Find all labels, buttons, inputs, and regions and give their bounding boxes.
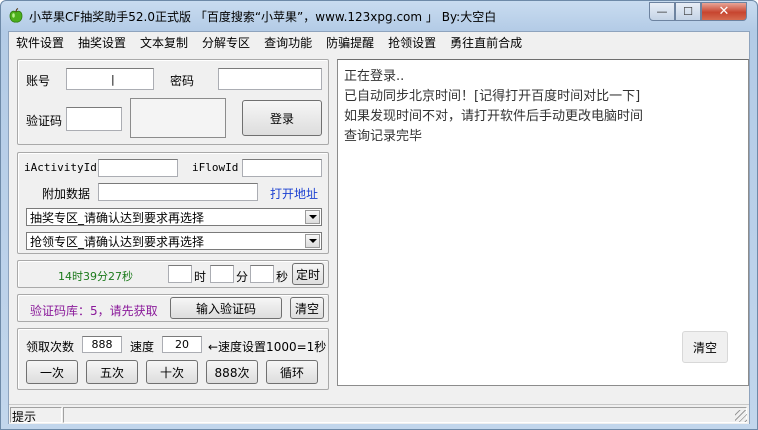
clear-captcha-button[interactable]: 清空 bbox=[290, 297, 324, 319]
five-times-button[interactable]: 五次 bbox=[86, 360, 138, 384]
close-icon: ✕ bbox=[718, 4, 730, 19]
status-message bbox=[63, 407, 747, 423]
extra-data-input[interactable] bbox=[98, 183, 258, 201]
window-title: 小苹果CF抽奖助手52.0正式版 「百度搜索“小苹果”，www.123xpg.c… bbox=[29, 10, 497, 24]
schedule-button[interactable]: 定时 bbox=[292, 263, 324, 285]
extra-data-label: 附加数据 bbox=[42, 187, 91, 201]
status-hint: 提示 bbox=[10, 407, 62, 424]
account-input[interactable]: | bbox=[66, 68, 154, 90]
login-group: 账号 | 密码 验证码 登录 bbox=[17, 59, 329, 145]
captcha-bank-group: 验证码库：5，请先获取 输入验证码 清空 bbox=[17, 294, 329, 322]
input-captcha-button[interactable]: 输入验证码 bbox=[170, 297, 282, 319]
login-button[interactable]: 登录 bbox=[242, 100, 322, 136]
collect-count-input[interactable]: 888 bbox=[82, 336, 122, 353]
menu-decompose[interactable]: 分解专区 bbox=[195, 32, 257, 52]
minute-label: 分 bbox=[236, 270, 249, 284]
activity-id-input[interactable] bbox=[98, 159, 178, 177]
password-input[interactable] bbox=[218, 68, 322, 90]
password-label: 密码 bbox=[170, 74, 195, 88]
activity-id-label: iActivityId bbox=[24, 161, 97, 174]
menu-grab-settings[interactable]: 抢领设置 bbox=[381, 32, 443, 52]
flow-id-input[interactable] bbox=[242, 159, 322, 177]
speed-label: 速度 bbox=[130, 340, 155, 354]
menu-anti-fraud[interactable]: 防骗提醒 bbox=[319, 32, 381, 52]
app-window: 小苹果CF抽奖助手52.0正式版 「百度搜索“小苹果”，www.123xpg.c… bbox=[0, 0, 758, 430]
speed-input[interactable]: 20 bbox=[162, 336, 202, 353]
speed-hint: ←速度设置1000=1秒 bbox=[208, 340, 327, 354]
loop-button[interactable]: 循环 bbox=[266, 360, 318, 384]
hour-input[interactable] bbox=[168, 265, 192, 283]
grab-zone-value: 抢领专区_请确认达到要求再选择 bbox=[30, 234, 205, 249]
activity-group: iActivityId iFlowId 附加数据 打开地址 抽奖专区_请确认达到… bbox=[17, 152, 329, 254]
once-button[interactable]: 一次 bbox=[26, 360, 78, 384]
minute-input[interactable] bbox=[210, 265, 234, 283]
captcha-image[interactable] bbox=[130, 98, 226, 138]
minimize-button[interactable]: — bbox=[649, 2, 675, 21]
open-address-link[interactable]: 打开地址 bbox=[270, 185, 318, 202]
menu-bar: 软件设置 抽奖设置 文本复制 分解专区 查询功能 防骗提醒 抢领设置 勇往直前合… bbox=[9, 32, 749, 52]
maximize-icon: ☐ bbox=[683, 5, 693, 18]
flow-id-label: iFlowId bbox=[192, 161, 239, 174]
log-panel[interactable]: 正在登录.. 已自动同步北京时间！[记得打开百度时间对比一下] 如果发现时间不对… bbox=[337, 59, 749, 386]
log-line: 查询记录完毕 bbox=[344, 129, 423, 144]
captcha-label: 验证码 bbox=[26, 114, 63, 128]
menu-software-settings[interactable]: 软件设置 bbox=[9, 32, 71, 52]
lottery-zone-value: 抽奖专区_请确认达到要求再选择 bbox=[30, 210, 205, 225]
chevron-down-icon[interactable] bbox=[305, 210, 320, 224]
grab-zone-select[interactable]: 抢领专区_请确认达到要求再选择 bbox=[26, 232, 322, 250]
clear-log-button[interactable]: 清空 bbox=[682, 331, 728, 363]
second-label: 秒 bbox=[276, 270, 289, 284]
hour-label: 时 bbox=[194, 270, 207, 284]
menu-lottery-settings[interactable]: 抽奖设置 bbox=[71, 32, 133, 52]
menu-query[interactable]: 查询功能 bbox=[257, 32, 319, 52]
clock-display: 14时39分27秒 bbox=[58, 270, 133, 283]
lottery-zone-select[interactable]: 抽奖专区_请确认达到要求再选择 bbox=[26, 208, 322, 226]
collect-count-label: 领取次数 bbox=[26, 340, 75, 354]
green-apple-icon bbox=[9, 8, 23, 23]
minimize-icon: — bbox=[656, 5, 668, 18]
resize-grip-icon[interactable] bbox=[735, 410, 747, 422]
status-bar: 提示 bbox=[9, 404, 749, 424]
second-input[interactable] bbox=[250, 265, 274, 283]
captcha-bank-status: 验证码库：5，请先获取 bbox=[30, 304, 158, 318]
chevron-down-icon[interactable] bbox=[305, 234, 320, 248]
log-line: 正在登录.. bbox=[344, 69, 405, 84]
client-area: 软件设置 抽奖设置 文本复制 分解专区 查询功能 防骗提醒 抢领设置 勇往直前合… bbox=[8, 31, 750, 424]
close-button[interactable]: ✕ bbox=[701, 2, 747, 21]
captcha-input[interactable] bbox=[66, 107, 122, 131]
maximize-button[interactable]: ☐ bbox=[675, 2, 701, 21]
title-bar[interactable]: 小苹果CF抽奖助手52.0正式版 「百度搜索“小苹果”，www.123xpg.c… bbox=[1, 1, 757, 31]
timer-group: 14时39分27秒 时 分 秒 定时 bbox=[17, 260, 329, 288]
account-label: 账号 bbox=[26, 74, 51, 88]
888-times-button[interactable]: 888次 bbox=[206, 360, 258, 384]
menu-text-copy[interactable]: 文本复制 bbox=[133, 32, 195, 52]
collect-group: 领取次数 888 速度 20 ←速度设置1000=1秒 一次 五次 十次 888… bbox=[17, 328, 329, 390]
menu-synthesis[interactable]: 勇往直前合成 bbox=[443, 32, 529, 52]
log-line: 已自动同步北京时间！[记得打开百度时间对比一下] bbox=[344, 89, 641, 104]
ten-times-button[interactable]: 十次 bbox=[146, 360, 198, 384]
log-line: 如果发现时间不对，请打开软件后手动更改电脑时间 bbox=[344, 109, 644, 124]
